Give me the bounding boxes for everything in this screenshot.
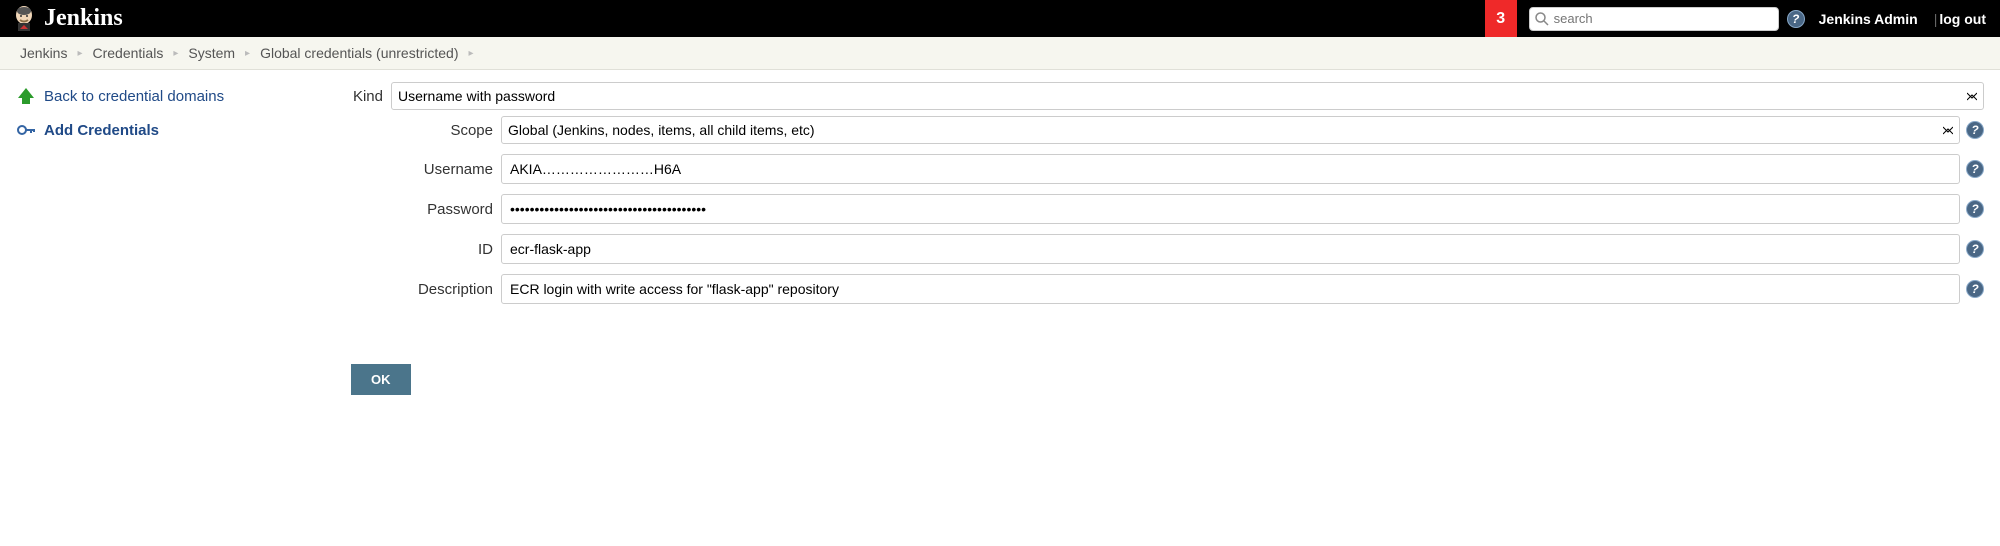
jenkins-logo-icon xyxy=(12,5,36,33)
arrow-up-icon xyxy=(16,86,36,106)
notification-badge[interactable]: 3 xyxy=(1485,0,1517,37)
top-header: Jenkins 3 ? Jenkins Admin | log out xyxy=(0,0,2000,37)
sidebar-add-link[interactable]: Add Credentials xyxy=(44,122,159,139)
sidebar-item-back[interactable]: Back to credential domains xyxy=(16,82,351,110)
chevron-right-icon: ▸ xyxy=(245,48,250,59)
breadcrumb-item-global[interactable]: Global credentials (unrestricted) xyxy=(256,43,462,63)
breadcrumb-item-system[interactable]: System xyxy=(184,43,239,63)
kind-select[interactable]: Username with password xyxy=(391,82,1984,110)
kind-label: Kind xyxy=(351,88,391,105)
main-form: Kind Username with password Scope Global… xyxy=(351,82,1984,395)
chevron-right-icon: ▸ xyxy=(77,48,82,59)
pipe-separator: | xyxy=(1934,11,1938,27)
description-input[interactable] xyxy=(501,274,1960,304)
chevron-right-icon: ▸ xyxy=(469,48,474,59)
breadcrumb-item-credentials[interactable]: Credentials xyxy=(89,43,168,63)
form-row-scope: Scope Global (Jenkins, nodes, items, all… xyxy=(351,116,1984,144)
help-icon[interactable]: ? xyxy=(1966,160,1984,178)
help-icon[interactable]: ? xyxy=(1966,280,1984,298)
page-layout: Back to credential domains Add Credentia… xyxy=(0,70,2000,407)
user-link[interactable]: Jenkins Admin xyxy=(1819,11,1918,27)
brand-text: Jenkins xyxy=(44,5,123,32)
help-icon[interactable]: ? xyxy=(1966,240,1984,258)
form-row-id: ID ? xyxy=(351,234,1984,264)
username-input[interactable] xyxy=(501,154,1960,184)
sidebar-item-add[interactable]: Add Credentials xyxy=(16,116,351,144)
breadcrumb-item-jenkins[interactable]: Jenkins xyxy=(16,43,71,63)
search-box xyxy=(1529,7,1779,31)
chevron-right-icon: ▸ xyxy=(173,48,178,59)
help-icon[interactable]: ? xyxy=(1966,121,1984,139)
id-input[interactable] xyxy=(501,234,1960,264)
description-label: Description xyxy=(391,281,501,298)
scope-select[interactable]: Global (Jenkins, nodes, items, all child… xyxy=(501,116,1960,144)
form-row-kind: Kind Username with password xyxy=(351,82,1984,110)
id-label: ID xyxy=(391,241,501,258)
password-input[interactable] xyxy=(501,194,1960,224)
form-row-username: Username ? xyxy=(351,154,1984,184)
scope-label: Scope xyxy=(391,122,501,139)
help-icon[interactable]: ? xyxy=(1966,200,1984,218)
breadcrumb: Jenkins ▸ Credentials ▸ System ▸ Global … xyxy=(0,37,2000,70)
ok-button[interactable]: OK xyxy=(351,364,411,395)
sidebar: Back to credential domains Add Credentia… xyxy=(16,82,351,395)
logout-link[interactable]: log out xyxy=(1939,11,1986,27)
search-input[interactable] xyxy=(1529,7,1779,31)
sidebar-back-link[interactable]: Back to credential domains xyxy=(44,88,224,105)
form-row-description: Description ? xyxy=(351,274,1984,304)
search-icon xyxy=(1534,11,1550,27)
help-icon[interactable]: ? xyxy=(1787,10,1805,28)
form-row-password: Password ? xyxy=(351,194,1984,224)
password-label: Password xyxy=(391,201,501,218)
logo-area[interactable]: Jenkins xyxy=(12,5,1485,33)
username-label: Username xyxy=(391,161,501,178)
key-icon xyxy=(16,120,36,140)
